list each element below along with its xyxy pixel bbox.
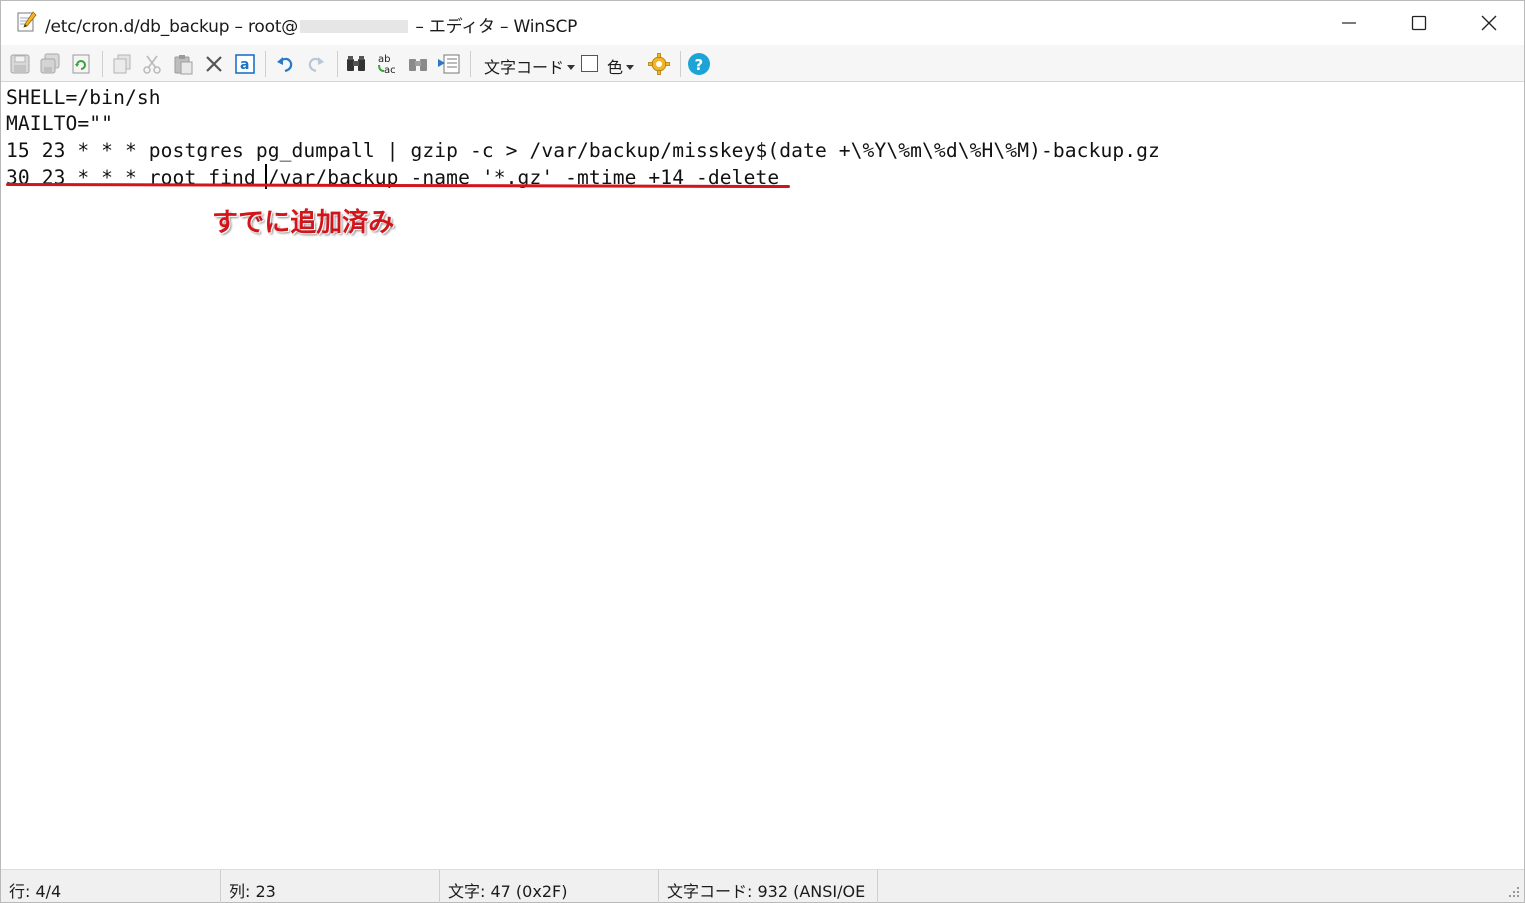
status-encoding: 文字コード: 932 (ANSI/OE: [659, 870, 878, 903]
window-title-prefix: /etc/cron.d/db_backup – root@: [45, 17, 299, 37]
toolbar-separator: [102, 51, 103, 77]
encoding-dropdown[interactable]: 文字コード: [484, 54, 576, 78]
redacted-host: [300, 20, 409, 33]
undo-icon: [277, 57, 293, 73]
svg-text:ac: ac: [384, 65, 396, 76]
status-char: 文字: 47 (0x2F): [440, 870, 659, 903]
encoding-label: 文字コード: [484, 58, 565, 77]
maximize-button[interactable]: [1384, 1, 1454, 45]
redo-icon: [308, 57, 324, 73]
settings-icon: [648, 53, 670, 75]
find-next-icon: [409, 59, 427, 71]
editor-window: /etc/cron.d/db_backup – root@ – エディタ – W…: [0, 0, 1525, 903]
annotation-label: すでに追加済み: [212, 208, 395, 238]
close-icon: [1481, 15, 1497, 31]
reload-icon: [72, 54, 90, 74]
status-line: 行: 4/4: [1, 870, 221, 903]
close-button[interactable]: [1454, 1, 1524, 45]
svg-text:ab: ab: [378, 54, 390, 65]
window-title-suffix: – エディタ – WinSCP: [415, 17, 578, 37]
cut-button[interactable]: [139, 51, 165, 77]
help-icon: ?: [688, 53, 710, 75]
maximize-icon: [1411, 15, 1427, 31]
toolbar-separator: [680, 51, 681, 77]
paste-icon: [174, 55, 193, 75]
status-bar: 行: 4/4 列: 23 文字: 47 (0x2F) 文字コード: 932 (A…: [1, 869, 1524, 903]
find-icon: [347, 56, 365, 71]
delete-button[interactable]: [201, 51, 227, 77]
delete-icon: [206, 56, 222, 72]
goto-line-icon: [438, 54, 460, 74]
redo-button[interactable]: [303, 51, 329, 77]
select-all-button[interactable]: a: [232, 51, 258, 77]
find-next-button[interactable]: [405, 51, 431, 77]
toolbar-separator: [265, 51, 266, 77]
minimize-icon: [1342, 22, 1356, 24]
settings-button[interactable]: [646, 51, 672, 77]
text-editor[interactable]: SHELL=/bin/sh MAILTO="" 15 23 * * * post…: [3, 83, 1524, 869]
save-all-icon: [40, 53, 60, 74]
save-icon: [10, 54, 30, 74]
title-bar[interactable]: /etc/cron.d/db_backup – root@ – エディタ – W…: [1, 1, 1524, 45]
color-label: 色: [607, 58, 624, 77]
select-all-icon: a: [235, 54, 255, 74]
toolbar-separator: [337, 51, 338, 77]
paste-button[interactable]: [170, 51, 196, 77]
save-all-button[interactable]: [37, 51, 63, 77]
status-column: 列: 23: [221, 870, 440, 903]
undo-button[interactable]: [272, 51, 298, 77]
minimize-button[interactable]: [1314, 1, 1384, 45]
toolbar-separator: [470, 51, 471, 77]
help-button[interactable]: ?: [686, 51, 712, 77]
window-title: /etc/cron.d/db_backup – root@ – エディタ – W…: [45, 12, 577, 37]
chevron-down-icon: [626, 65, 635, 70]
color-swatch-checkbox[interactable]: [581, 55, 598, 72]
notepad-icon: [15, 10, 39, 34]
find-button[interactable]: [343, 51, 369, 77]
code-line-3[interactable]: 15 23 * * * postgres pg_dumpall | gzip -…: [6, 137, 1160, 164]
code-line-2[interactable]: MAILTO="": [6, 110, 113, 137]
copy-button[interactable]: [109, 51, 135, 77]
color-dropdown[interactable]: 色: [607, 54, 635, 78]
save-button[interactable]: [7, 51, 33, 77]
reload-button[interactable]: [68, 51, 94, 77]
chevron-down-icon: [567, 65, 576, 70]
code-line-1[interactable]: SHELL=/bin/sh: [6, 84, 161, 111]
replace-icon: abac: [378, 54, 396, 76]
goto-line-button[interactable]: [436, 51, 462, 77]
resize-grip-icon[interactable]: [1508, 886, 1520, 898]
replace-button[interactable]: ab ac: [374, 51, 400, 77]
svg-text:a: a: [240, 57, 249, 73]
copy-icon: [113, 54, 131, 74]
toolbar: a ab ac 文字コード 色 ?: [1, 45, 1524, 82]
cut-icon: [143, 55, 161, 74]
svg-text:?: ?: [695, 56, 704, 74]
